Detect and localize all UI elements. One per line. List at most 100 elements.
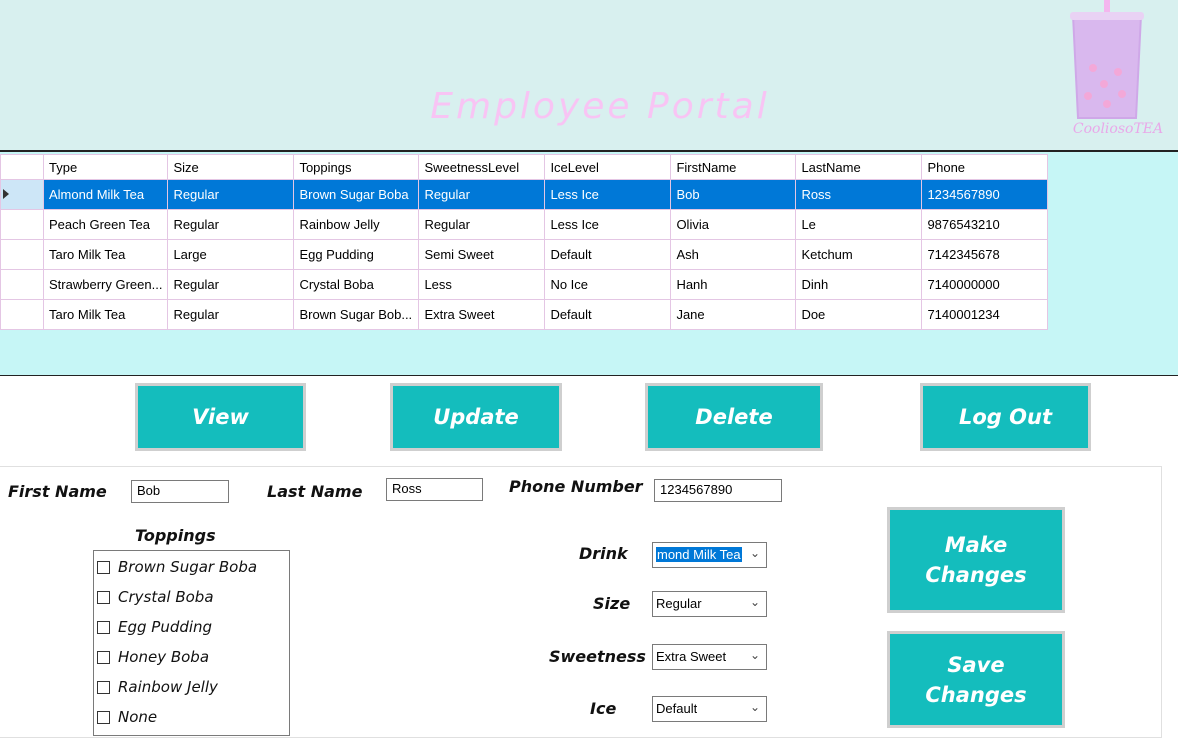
cell-size[interactable]: Regular [167,269,295,300]
cell-toppings[interactable]: Brown Sugar Boba [293,179,420,210]
update-button[interactable]: Update [390,383,562,451]
topping-option[interactable]: None [97,706,157,728]
row-header[interactable] [0,269,44,300]
drink-select-value: mond Milk Tea [656,547,742,562]
size-select[interactable]: Regular ⌄ [652,591,767,617]
cell-toppings[interactable]: Brown Sugar Bob... [293,299,420,330]
topping-option[interactable]: Rainbow Jelly [97,676,218,698]
cell-type[interactable]: Almond Milk Tea [42,179,169,210]
sweetness-select[interactable]: Extra Sweet ⌄ [652,644,767,670]
row-header[interactable] [0,179,44,210]
table-row[interactable]: Almond Milk Tea Regular Brown Sugar Boba… [0,179,1049,210]
cell-type[interactable]: Strawberry Green... [42,269,169,300]
cell-type[interactable]: Peach Green Tea [42,209,169,240]
cell-sweetness[interactable]: Less [418,269,546,300]
table-row[interactable]: Taro Milk Tea Large Egg Pudding Semi Swe… [0,239,1049,270]
last-name-label: Last Name [267,482,363,501]
checkbox[interactable] [97,620,110,634]
size-label: Size [593,594,631,613]
column-header-type[interactable]: Type [42,154,169,180]
cell-ice[interactable]: Less Ice [544,209,672,240]
column-header-size[interactable]: Size [167,154,295,180]
topping-option-label: None [118,708,158,726]
cell-last-name[interactable]: Ross [795,179,923,210]
first-name-field[interactable]: Bob [131,480,229,503]
cell-phone[interactable]: 9876543210 [921,209,1049,240]
column-header-ice[interactable]: IceLevel [544,154,672,180]
topping-option[interactable]: Crystal Boba [97,586,214,608]
column-header-last-name[interactable]: LastName [795,154,923,180]
cell-type[interactable]: Taro Milk Tea [42,299,169,330]
orders-data-grid[interactable]: Type Size Toppings SweetnessLevel IceLev… [0,154,1049,330]
column-header-phone[interactable]: Phone [921,154,1049,180]
column-header-toppings[interactable]: Toppings [293,154,420,180]
topping-option-label: Egg Pudding [118,618,213,636]
log-out-button[interactable]: Log Out [920,383,1091,451]
make-changes-button[interactable]: Make Changes [887,507,1065,613]
cell-last-name[interactable]: Ketchum [795,239,923,270]
delete-button[interactable]: Delete [645,383,823,451]
cell-size[interactable]: Regular [167,179,295,210]
drink-select[interactable]: mond Milk Tea ⌄ [652,542,767,568]
cell-first-name[interactable]: Hanh [670,269,797,300]
cell-ice[interactable]: Default [544,299,672,330]
save-changes-button[interactable]: Save Changes [887,631,1065,728]
cell-type[interactable]: Taro Milk Tea [42,239,169,270]
cell-phone[interactable]: 7140001234 [921,299,1049,330]
topping-option[interactable]: Egg Pudding [97,616,212,638]
row-header[interactable] [0,239,44,270]
row-header[interactable] [0,209,44,240]
ice-select[interactable]: Default ⌄ [652,696,767,722]
topping-option-label: Crystal Boba [118,588,214,606]
cell-phone[interactable]: 1234567890 [921,179,1049,210]
toppings-checklist[interactable]: Brown Sugar Boba Crystal Boba Egg Puddin… [93,550,290,736]
toppings-label: Toppings [135,526,216,545]
cell-last-name[interactable]: Doe [795,299,923,330]
checkbox[interactable] [97,560,110,574]
cell-sweetness[interactable]: Regular [418,209,546,240]
drink-label: Drink [579,544,628,563]
topping-option[interactable]: Honey Boba [97,646,209,668]
cell-phone[interactable]: 7140000000 [921,269,1049,300]
column-header-sweetness[interactable]: SweetnessLevel [418,154,546,180]
last-name-field[interactable]: Ross [386,478,483,501]
cell-first-name[interactable]: Bob [670,179,797,210]
cell-last-name[interactable]: Dinh [795,269,923,300]
table-row[interactable]: Peach Green Tea Regular Rainbow Jelly Re… [0,209,1049,240]
topping-option-label: Honey Boba [118,648,210,666]
cell-last-name[interactable]: Le [795,209,923,240]
checkbox[interactable] [97,710,110,724]
chevron-down-icon: ⌄ [749,648,760,662]
table-row[interactable]: Strawberry Green... Regular Crystal Boba… [0,269,1049,300]
cell-ice[interactable]: Less Ice [544,179,672,210]
row-header[interactable] [0,299,44,330]
cell-size[interactable]: Regular [167,209,295,240]
table-row[interactable]: Taro Milk Tea Regular Brown Sugar Bob...… [0,299,1049,330]
cell-size[interactable]: Regular [167,299,295,330]
cell-first-name[interactable]: Ash [670,239,797,270]
topping-option[interactable]: Brown Sugar Boba [97,556,257,578]
cell-toppings[interactable]: Rainbow Jelly [293,209,420,240]
cell-first-name[interactable]: Jane [670,299,797,330]
phone-number-field[interactable]: 1234567890 [654,479,782,502]
checkbox[interactable] [97,590,110,604]
checkbox[interactable] [97,680,110,694]
logo-text: CooliosoTEA [1072,121,1164,137]
view-button[interactable]: View [135,383,306,451]
column-header-first-name[interactable]: FirstName [670,154,797,180]
cell-phone[interactable]: 7142345678 [921,239,1049,270]
cell-size[interactable]: Large [167,239,295,270]
cell-ice[interactable]: No Ice [544,269,672,300]
cell-toppings[interactable]: Egg Pudding [293,239,420,270]
cell-first-name[interactable]: Olivia [670,209,797,240]
chevron-down-icon: ⌄ [749,546,760,560]
grid-header-row: Type Size Toppings SweetnessLevel IceLev… [0,154,1049,180]
cell-sweetness[interactable]: Extra Sweet [418,299,546,330]
cell-sweetness[interactable]: Semi Sweet [418,239,546,270]
checkbox[interactable] [97,650,110,664]
cell-ice[interactable]: Default [544,239,672,270]
sweetness-select-value: Extra Sweet [656,649,727,664]
chevron-down-icon: ⌄ [749,700,760,714]
cell-toppings[interactable]: Crystal Boba [293,269,420,300]
cell-sweetness[interactable]: Regular [418,179,546,210]
